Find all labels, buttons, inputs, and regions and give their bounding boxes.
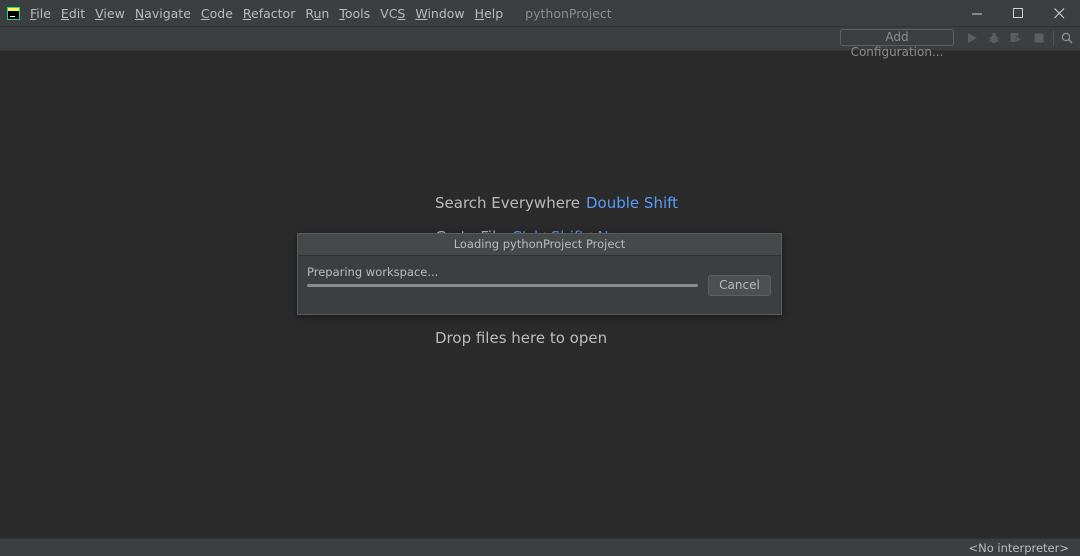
close-icon: [1054, 7, 1065, 18]
navigation-toolbar: Add Configuration...: [0, 27, 1080, 59]
add-configuration-button[interactable]: Add Configuration...: [840, 29, 954, 59]
stop-icon[interactable]: [1033, 32, 1045, 44]
maximize-button[interactable]: [998, 0, 1039, 26]
menu-edit[interactable]: Edit: [61, 6, 85, 21]
loading-status-text: Preparing workspace...: [307, 265, 439, 279]
search-everywhere-hint: Search Everywhere Double Shift: [435, 194, 678, 212]
search-everywhere-label: Search Everywhere: [435, 194, 580, 212]
toolbar-separator: [1053, 31, 1054, 46]
search-everywhere-shortcut: Double Shift: [586, 194, 679, 212]
menu-code[interactable]: Code: [201, 6, 233, 21]
loading-project-dialog: Loading pythonProject Project Preparing …: [297, 233, 782, 315]
menu-file[interactable]: File: [30, 6, 51, 21]
menu-window[interactable]: Window: [415, 6, 464, 21]
menu-vcs[interactable]: VCS: [380, 6, 405, 21]
minimize-icon: [972, 13, 982, 14]
loading-progress-fill: [307, 284, 698, 287]
menu-view[interactable]: View: [95, 6, 125, 21]
search-icon[interactable]: [1061, 32, 1073, 44]
run-icon[interactable]: [966, 32, 978, 44]
menu-run[interactable]: Run: [305, 6, 329, 21]
minimize-button[interactable]: [957, 0, 998, 26]
status-bar: <No interpreter>: [0, 538, 1080, 556]
window-title: pythonProject: [525, 5, 612, 21]
window-controls: [957, 0, 1080, 26]
cancel-button[interactable]: Cancel: [708, 275, 771, 296]
loading-progress-bar: [307, 284, 698, 287]
menu-navigate[interactable]: Navigate: [135, 6, 191, 21]
menu-tools[interactable]: Tools: [339, 6, 370, 21]
dialog-title: Loading pythonProject Project: [298, 234, 781, 256]
menu-help[interactable]: Help: [475, 6, 504, 21]
close-button[interactable]: [1039, 0, 1080, 26]
maximize-icon: [1013, 7, 1023, 18]
menu-refactor[interactable]: Refactor: [243, 6, 295, 21]
title-bar: File Edit View Navigate Code Refactor Ru…: [0, 0, 1080, 27]
interpreter-indicator[interactable]: <No interpreter>: [968, 541, 1069, 555]
debug-icon[interactable]: [988, 32, 1000, 44]
run-with-coverage-icon[interactable]: [1010, 32, 1022, 44]
drop-files-hint: Drop files here to open: [435, 329, 608, 347]
menu-bar: File Edit View Navigate Code Refactor Ru…: [30, 6, 513, 21]
pycharm-logo-icon[interactable]: [7, 6, 20, 20]
